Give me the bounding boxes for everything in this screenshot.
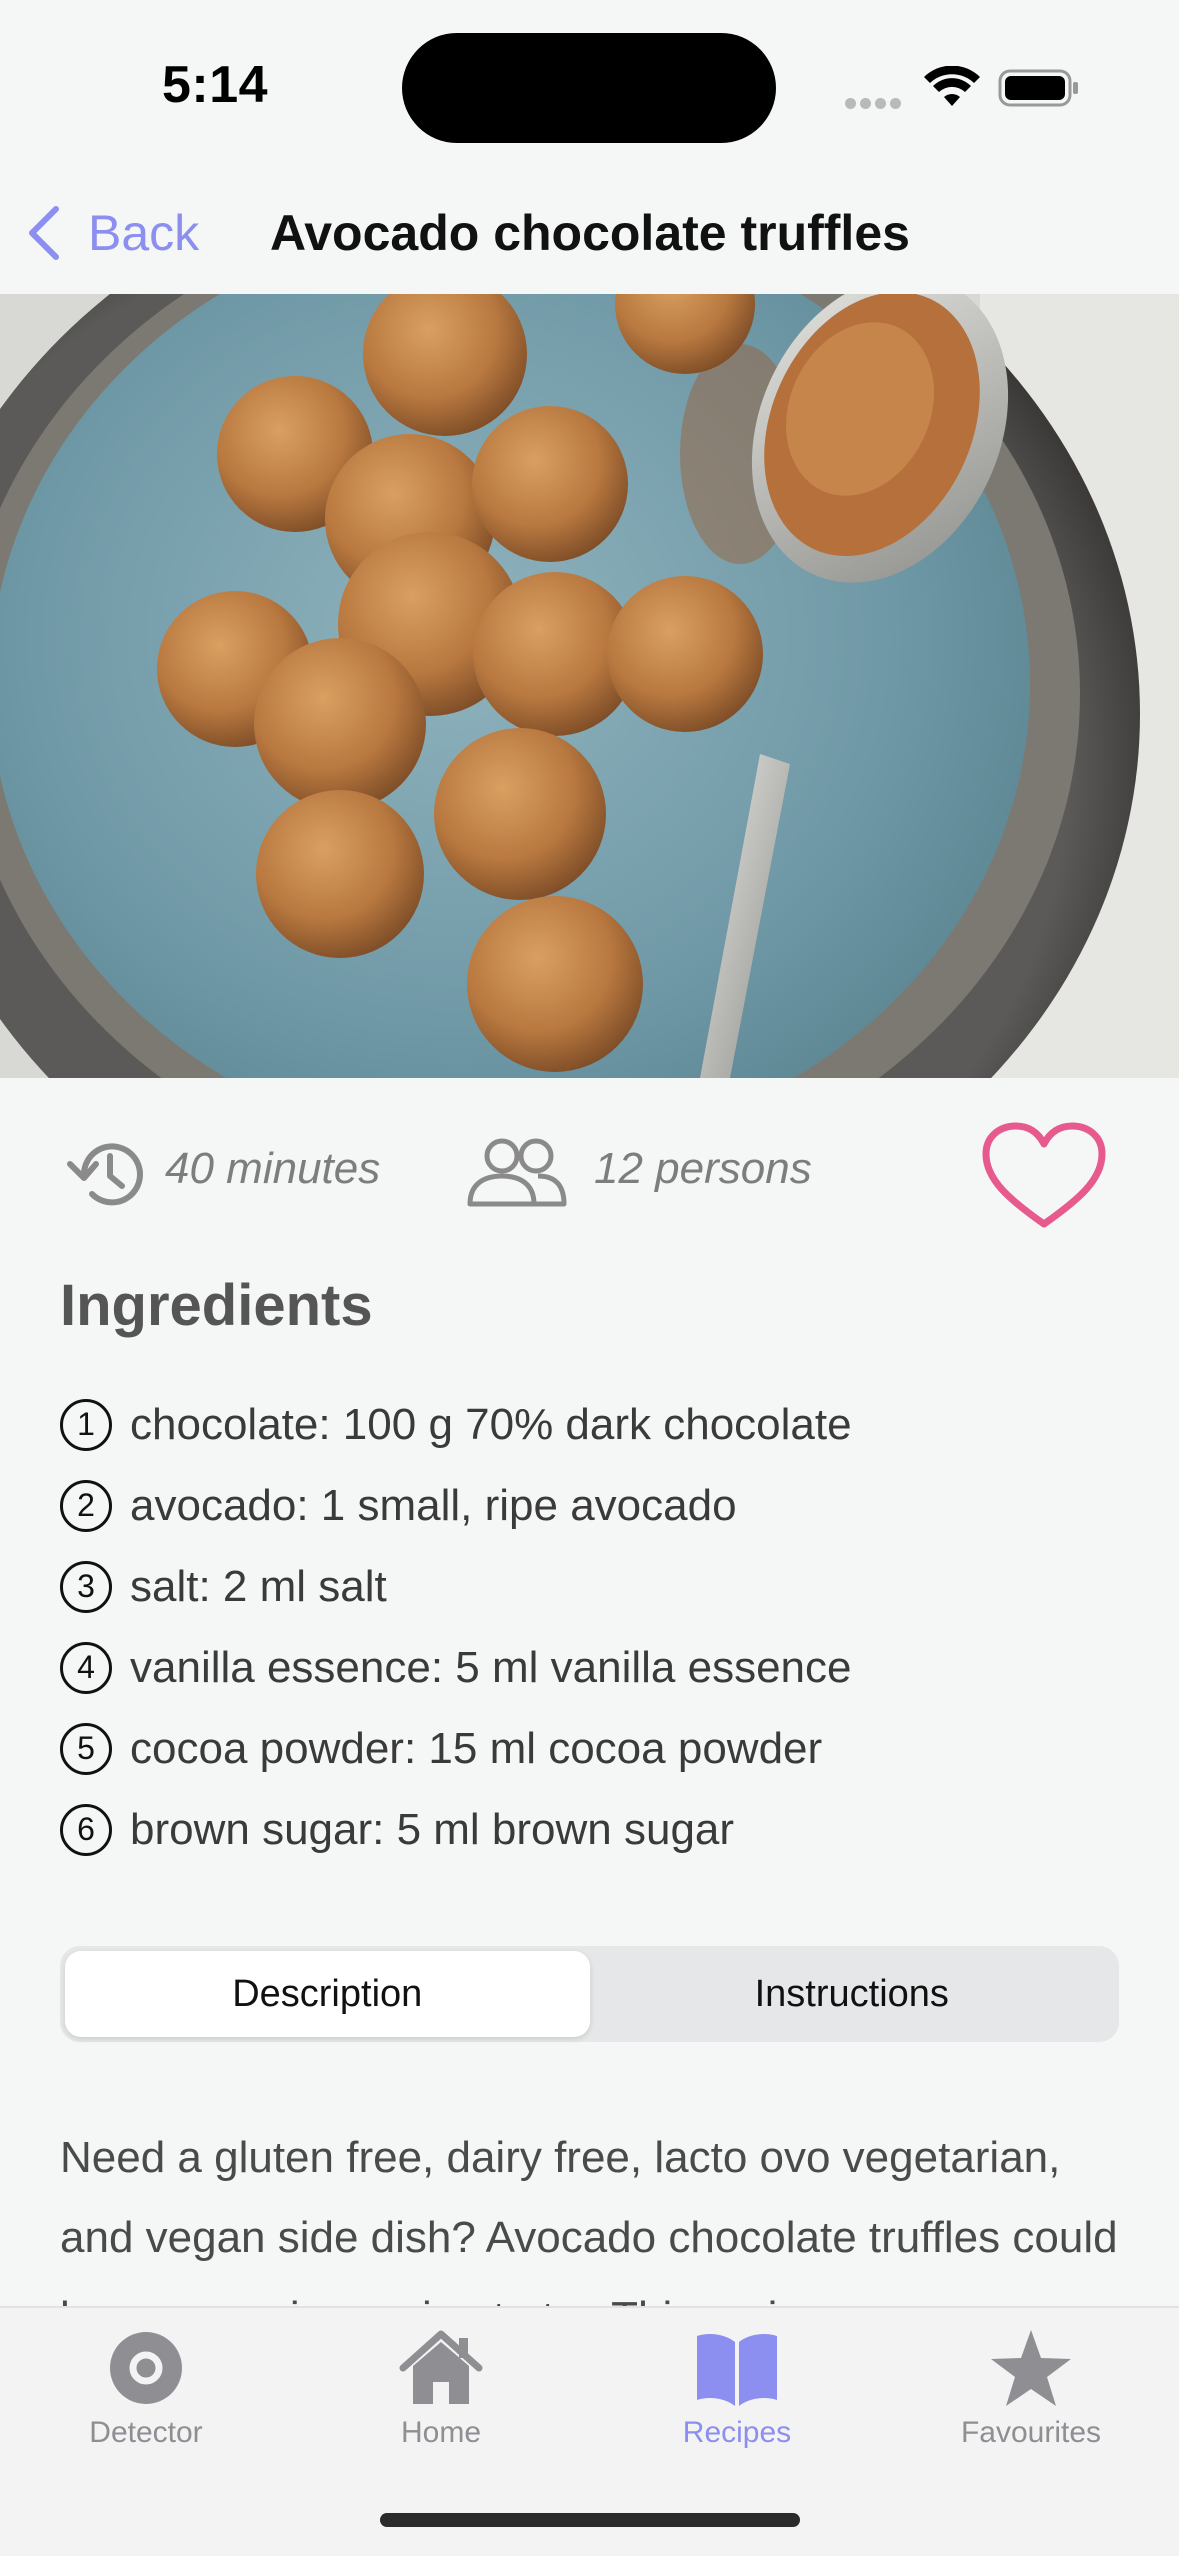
heart-icon[interactable]	[980, 1120, 1108, 1232]
cook-time: 40 minutes	[165, 1144, 381, 1193]
list-item: 3 salt: 2 ml salt	[60, 1546, 1120, 1627]
status-bar: 5:14	[0, 0, 1179, 170]
ingredient-text: cocoa powder: 15 ml cocoa powder	[130, 1723, 823, 1773]
star-icon	[991, 2330, 1071, 2406]
recipe-photo	[0, 294, 1179, 1078]
back-button[interactable]: Back	[24, 198, 199, 268]
ingredient-text: chocolate: 100 g 70% dark chocolate	[130, 1399, 852, 1449]
back-label: Back	[88, 205, 200, 261]
tab-home[interactable]: Home	[321, 2328, 561, 2468]
tab-label: Recipes	[682, 2416, 792, 2449]
wifi-icon	[924, 66, 980, 106]
clock-history-icon	[67, 1143, 143, 1206]
chevron-left-icon	[29, 206, 59, 260]
tab-recipes[interactable]: Recipes	[617, 2328, 857, 2468]
tab-favourites[interactable]: Favourites	[911, 2328, 1151, 2468]
page-title: Avocado chocolate truffles	[270, 205, 910, 261]
tab-label: Detector	[89, 2416, 203, 2449]
status-time: 5:14	[162, 56, 269, 114]
battery-icon	[998, 69, 1078, 107]
navigation-bar: Back Avocado chocolate truffles	[0, 170, 1179, 294]
number-circle-icon: 3	[60, 1560, 112, 1613]
tab-detector[interactable]: Detector	[26, 2328, 266, 2468]
number-circle-icon: 6	[60, 1803, 112, 1856]
book-icon	[697, 2334, 777, 2406]
list-item: 5 cocoa powder: 15 ml cocoa powder	[60, 1708, 1120, 1789]
list-item: 1 chocolate: 100 g 70% dark chocolate	[60, 1384, 1120, 1465]
segmented-control: Description Instructions	[60, 1946, 1119, 2042]
people-icon	[467, 1138, 567, 1207]
ingredient-text: salt: 2 ml salt	[130, 1561, 387, 1611]
ingredient-list: 1 chocolate: 100 g 70% dark chocolate 2 …	[60, 1384, 1120, 1870]
tab-description[interactable]: Description	[65, 1951, 590, 2037]
cellular-dots-icon	[845, 96, 905, 109]
list-item: 4 vanilla essence: 5 ml vanilla essence	[60, 1627, 1120, 1708]
tab-instructions[interactable]: Instructions	[590, 1951, 1115, 2037]
ingredient-text: vanilla essence: 5 ml vanilla essence	[130, 1642, 852, 1692]
number-circle-icon: 4	[60, 1641, 112, 1694]
list-item: 2 avocado: 1 small, ripe avocado	[60, 1465, 1120, 1546]
house-icon	[399, 2330, 483, 2404]
home-indicator[interactable]	[380, 2513, 800, 2527]
recipe-description: Need a gluten free, dairy free, lacto ov…	[60, 2133, 1118, 2308]
number-circle-icon: 1	[60, 1398, 112, 1451]
ingredient-text: brown sugar: 5 ml brown sugar	[130, 1804, 735, 1854]
dynamic-island	[402, 33, 776, 143]
list-item: 6 brown sugar: 5 ml brown sugar	[60, 1789, 1120, 1870]
tab-label: Favourites	[960, 2416, 1102, 2449]
recipe-meta: 40 minutes 12 persons	[0, 1100, 1179, 1240]
detector-icon	[110, 2332, 182, 2404]
number-circle-icon: 2	[60, 1479, 112, 1532]
ingredient-text: avocado: 1 small, ripe avocado	[130, 1480, 737, 1530]
servings: 12 persons	[594, 1144, 812, 1193]
ingredients-heading: Ingredients	[60, 1273, 373, 1338]
tab-label: Home	[400, 2416, 482, 2449]
number-circle-icon: 5	[60, 1722, 112, 1775]
